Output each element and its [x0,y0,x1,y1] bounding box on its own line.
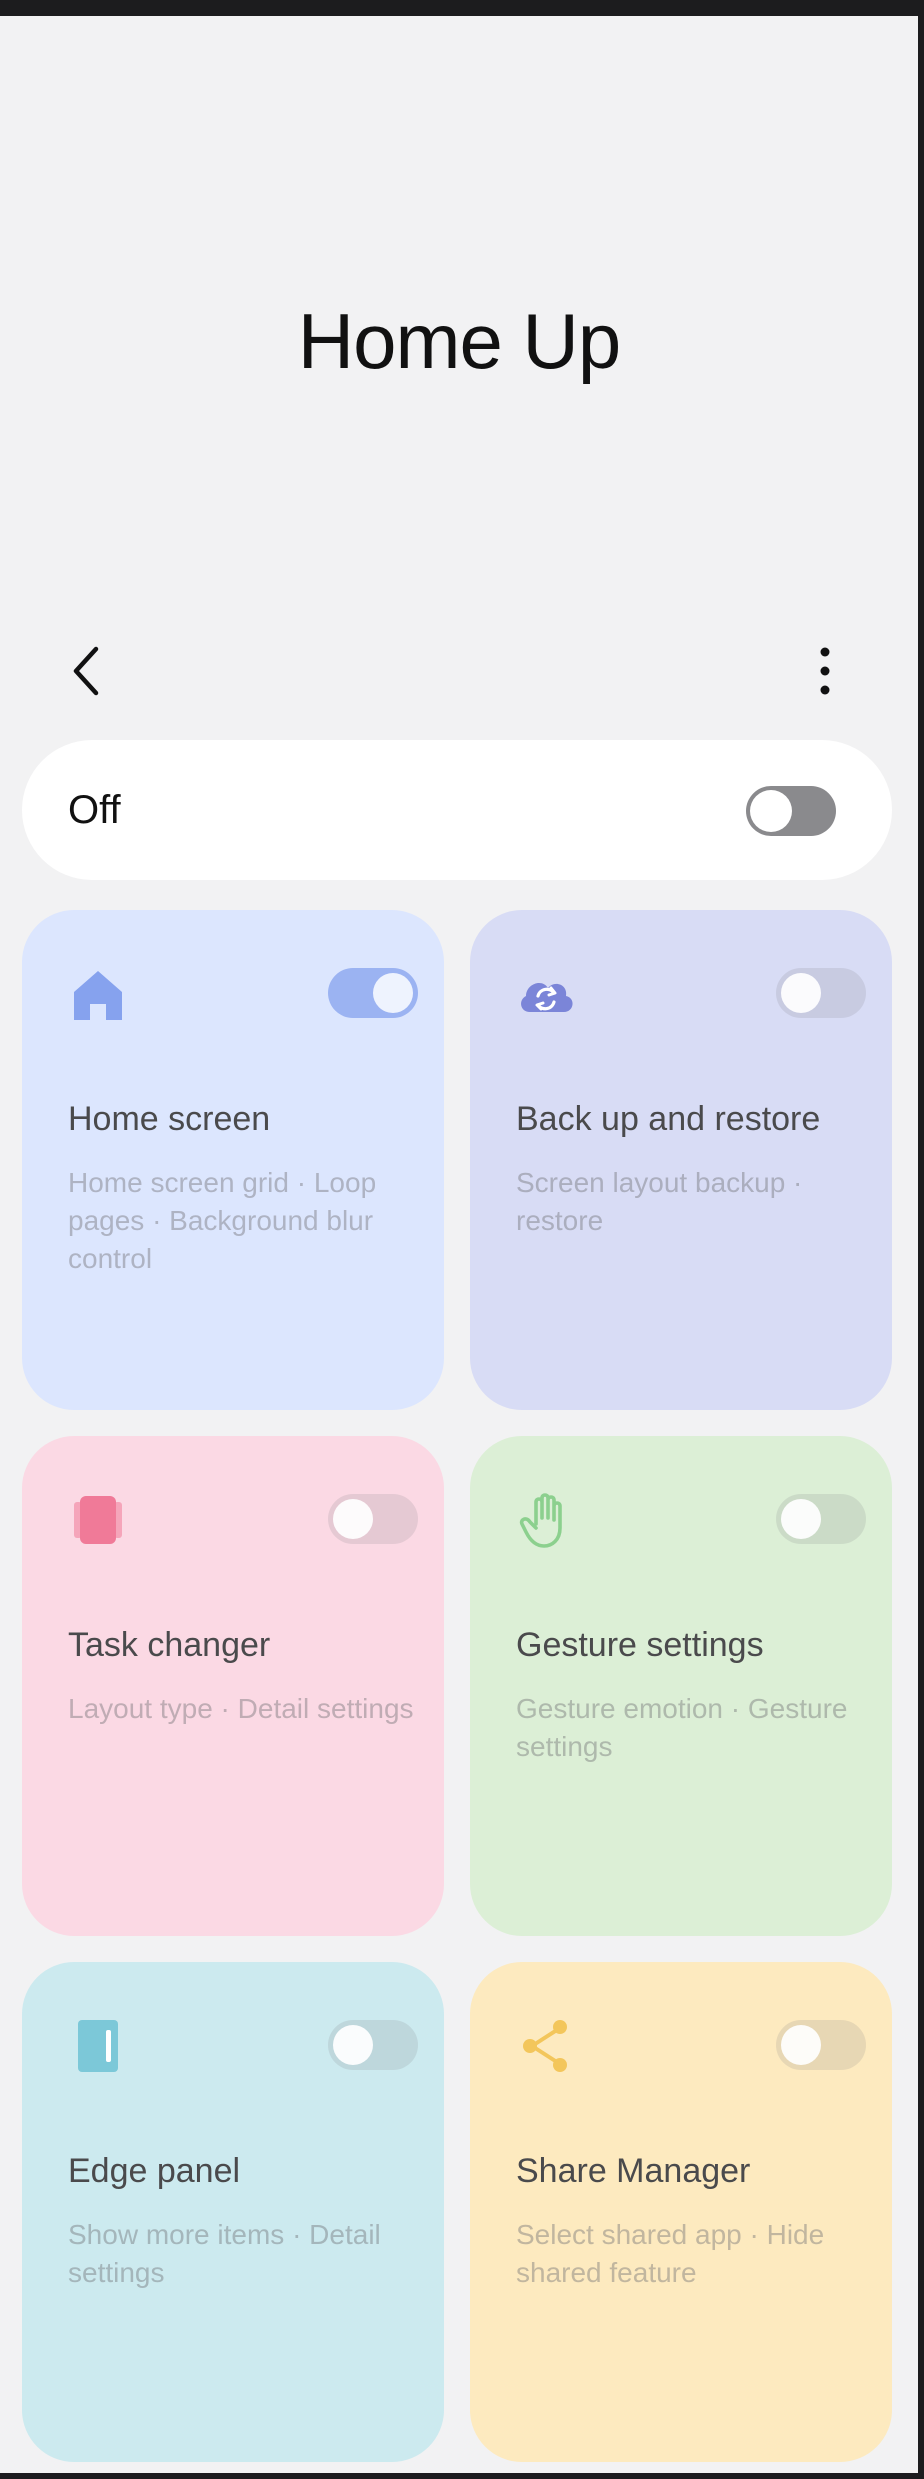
card-title: Home screen [68,1100,271,1138]
card-title: Edge panel [68,2152,241,2190]
card-gesture-settings[interactable]: Gesture settings Gesture emotion · Gestu… [470,1436,892,1936]
toggle-knob [373,973,413,1013]
master-switch-row[interactable]: Off [22,740,892,880]
card-subtitle: Show more items · Detail settings [68,2219,381,2288]
edge-panel-toggle[interactable] [328,2020,418,2070]
card-subtitle: Select shared app · Hide shared feature [516,2219,825,2288]
task-stack-icon [74,1496,122,1544]
hand-icon [519,1493,562,1548]
share-manager-toggle[interactable] [776,2020,866,2070]
card-subtitle: Layout type · Detail settings [68,1693,414,1724]
card-subtitle: Gesture emotion · Gesture settings [516,1693,848,1762]
page-title: Home Up [297,297,621,385]
more-options-button[interactable] [800,636,850,706]
home-icon [74,971,122,1020]
settings-screen: Home Up Off Home screen Home screen grid… [0,16,918,2473]
toggle-knob [333,1499,373,1539]
gesture-settings-toggle[interactable] [776,1494,866,1544]
share-icon [523,2020,567,2072]
card-edge-panel[interactable]: Edge panel Show more items · Detail sett… [22,1962,444,2462]
master-switch-label: Off [68,788,121,832]
card-share-manager[interactable]: Share Manager Select shared app · Hide s… [470,1962,892,2462]
back-button[interactable] [56,636,116,706]
master-toggle[interactable] [746,786,836,836]
card-back-up-and-restore[interactable]: Back up and restore Screen layout backup… [470,910,892,1410]
card-subtitle: Screen layout backup · restore [516,1167,803,1236]
toggle-knob [781,973,821,1013]
card-home-screen[interactable]: Home screen Home screen grid · Loop page… [22,910,444,1410]
toggle-knob [781,2025,821,2065]
card-title: Gesture settings [516,1626,764,1664]
task-changer-toggle[interactable] [328,1494,418,1544]
card-task-changer[interactable]: Task changer Layout type · Detail settin… [22,1436,444,1936]
card-title: Share Manager [516,2152,751,2190]
toggle-knob [781,1499,821,1539]
card-title: Task changer [68,1626,271,1664]
toggle-knob [750,790,792,832]
card-subtitle: Home screen grid · Loop pages · Backgrou… [68,1167,377,1274]
cloud-sync-icon [521,982,573,1012]
toggle-knob [333,2025,373,2065]
chevron-left-icon [73,646,99,696]
home-screen-toggle[interactable] [328,968,418,1018]
edge-panel-icon [78,2020,118,2072]
more-vertical-icon [820,647,830,695]
card-title: Back up and restore [516,1100,821,1138]
back-up-and-restore-toggle[interactable] [776,968,866,1018]
